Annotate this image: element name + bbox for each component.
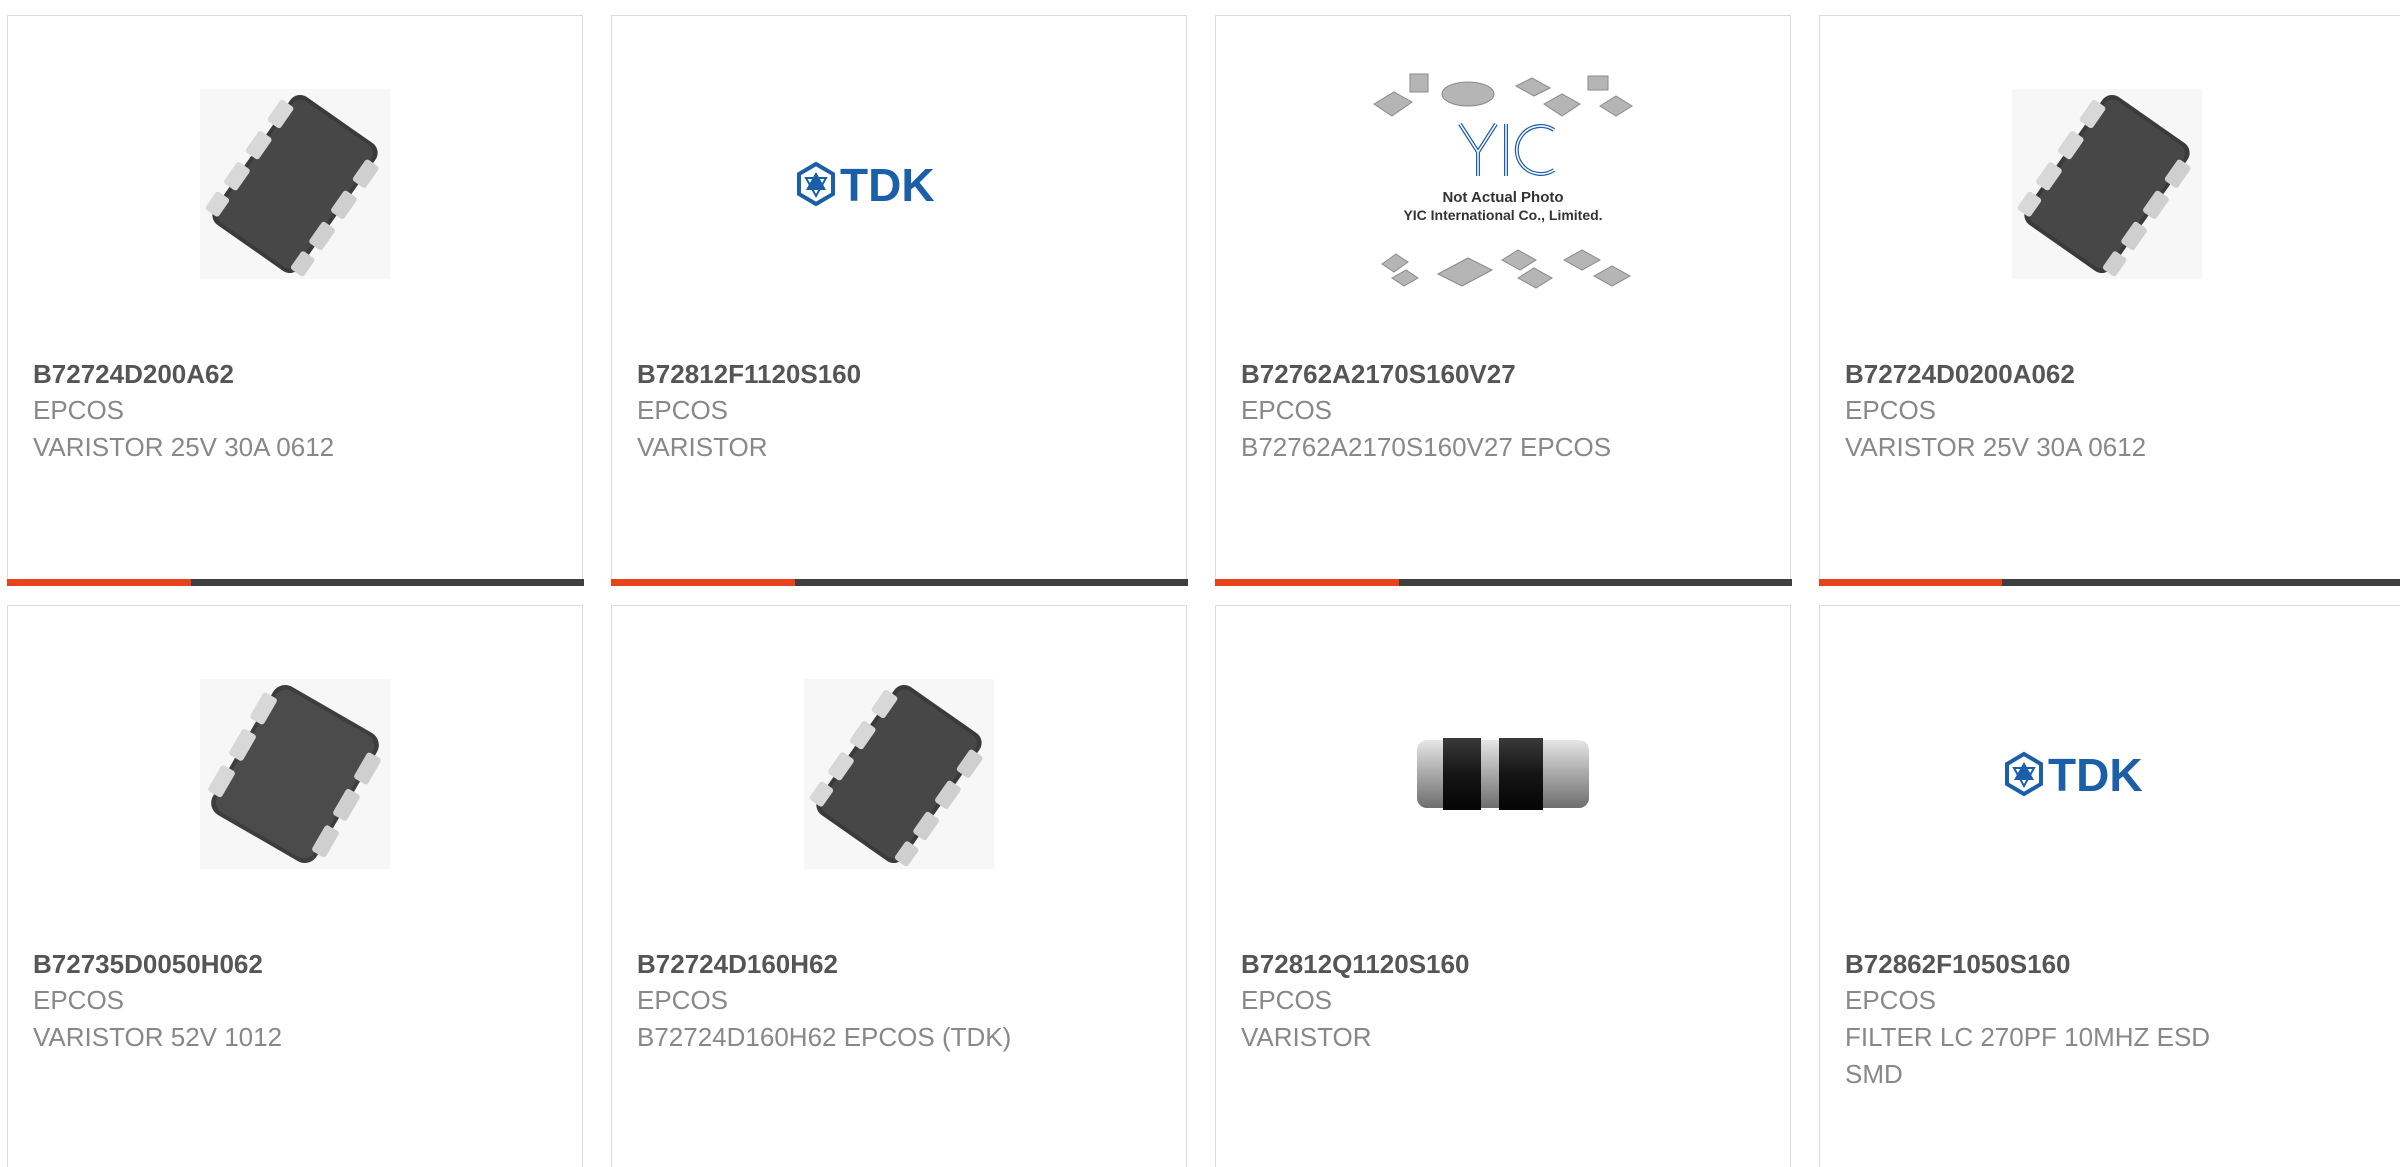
product-image[interactable]	[1216, 654, 1790, 894]
part-number-link[interactable]: B72762A2170S160V27	[1241, 356, 1765, 392]
product-info: B72724D0200A062 EPCOS VARISTOR 25V 30A 0…	[1845, 356, 2383, 466]
description-label: VARISTOR 25V 30A 0612	[1845, 432, 2147, 462]
description-label: VARISTOR 25V 30A 0612	[33, 432, 335, 462]
manufacturer-label: EPCOS	[637, 985, 729, 1015]
manufacturer-label: EPCOS	[1845, 985, 1937, 1015]
progress-bar	[6, 578, 584, 586]
manufacturer-label: EPCOS	[33, 395, 125, 425]
progress-bar-fill	[1818, 578, 2002, 586]
product-image[interactable]	[1820, 64, 2394, 304]
image-caption-line1: Not Actual Photo	[1442, 189, 1563, 206]
progress-bar	[1214, 578, 1792, 586]
varistor-array-chip-icon	[804, 679, 994, 869]
varistor-array-chip-icon	[200, 89, 390, 279]
product-card[interactable]: TDK B72812F1120S160 EPCOS VARISTOR	[610, 15, 1188, 586]
product-grid: B72724D200A62 EPCOS VARISTOR 25V 30A 061…	[0, 0, 2400, 1167]
product-card[interactable]: Not Actual Photo YIC International Co., …	[1214, 15, 1792, 586]
product-image[interactable]: TDK	[1820, 654, 2394, 894]
tdk-logo-text: TDK	[2048, 749, 2143, 799]
product-image[interactable]	[8, 64, 582, 304]
description-label: VARISTOR 52V 1012	[33, 1022, 283, 1052]
progress-bar	[1818, 578, 2400, 586]
product-info: B72812Q1120S160 EPCOS VARISTOR	[1241, 946, 1765, 1056]
description-label: VARISTOR	[1241, 1022, 1372, 1052]
part-number-link[interactable]: B72724D200A62	[33, 356, 557, 392]
product-info: B72724D160H62 EPCOS B72724D160H62 EPCOS …	[637, 946, 1161, 1056]
image-caption-line2: YIC International Co., Limited.	[1403, 207, 1602, 223]
part-number-link[interactable]: B72862F1050S160	[1845, 946, 2383, 982]
product-card[interactable]: B72724D160H62 EPCOS B72724D160H62 EPCOS …	[611, 605, 1187, 1167]
progress-bar	[610, 578, 1188, 586]
product-info: B72735D0050H062 EPCOS VARISTOR 52V 1012	[33, 946, 557, 1056]
product-image[interactable]: Not Actual Photo YIC International Co., …	[1216, 64, 1790, 304]
part-number-link[interactable]: B72735D0050H062	[33, 946, 557, 982]
description-label: B72762A2170S160V27 EPCOS	[1241, 432, 1612, 462]
manufacturer-label: EPCOS	[1241, 985, 1333, 1015]
product-info: B72762A2170S160V27 EPCOS B72762A2170S160…	[1241, 356, 1765, 466]
smd-chip-component-icon	[1417, 738, 1589, 810]
product-card[interactable]: B72735D0050H062 EPCOS VARISTOR 52V 1012	[7, 605, 583, 1167]
not-actual-photo-icon: Not Actual Photo YIC International Co., …	[1373, 73, 1633, 289]
tdk-logo-icon: TDK	[2005, 749, 2143, 799]
product-info: B72812F1120S160 EPCOS VARISTOR	[637, 356, 1161, 466]
manufacturer-label: EPCOS	[1845, 395, 1937, 425]
manufacturer-label: EPCOS	[637, 395, 729, 425]
part-number-link[interactable]: B72724D160H62	[637, 946, 1161, 982]
product-image[interactable]: TDK	[612, 64, 1186, 304]
progress-bar-fill	[610, 578, 796, 586]
progress-bar-fill	[1214, 578, 1400, 586]
description-label: FILTER LC 270PF 10MHZ ESD SMD	[1845, 1022, 2211, 1089]
product-card[interactable]: TDK B72862F1050S160 EPCOS FILTER LC 270P…	[1819, 605, 2400, 1167]
product-image[interactable]	[8, 654, 582, 894]
product-card[interactable]: B72812Q1120S160 EPCOS VARISTOR	[1215, 605, 1791, 1167]
part-number-link[interactable]: B72812Q1120S160	[1241, 946, 1765, 982]
manufacturer-label: EPCOS	[33, 985, 125, 1015]
product-image[interactable]	[612, 654, 1186, 894]
product-info: B72862F1050S160 EPCOS FILTER LC 270PF 10…	[1845, 946, 2383, 1093]
varistor-array-chip-icon	[200, 679, 390, 869]
part-number-link[interactable]: B72812F1120S160	[637, 356, 1161, 392]
tdk-logo-icon: TDK	[797, 159, 935, 209]
part-number-link[interactable]: B72724D0200A062	[1845, 356, 2383, 392]
product-info: B72724D200A62 EPCOS VARISTOR 25V 30A 061…	[33, 356, 557, 466]
tdk-logo-text: TDK	[840, 159, 935, 209]
description-label: VARISTOR	[637, 432, 768, 462]
product-card[interactable]: B72724D200A62 EPCOS VARISTOR 25V 30A 061…	[6, 15, 584, 586]
manufacturer-label: EPCOS	[1241, 395, 1333, 425]
varistor-array-chip-icon	[2012, 89, 2202, 279]
description-label: B72724D160H62 EPCOS (TDK)	[637, 1022, 1012, 1052]
progress-bar-fill	[6, 578, 192, 586]
product-card[interactable]: B72724D0200A062 EPCOS VARISTOR 25V 30A 0…	[1818, 15, 2400, 586]
